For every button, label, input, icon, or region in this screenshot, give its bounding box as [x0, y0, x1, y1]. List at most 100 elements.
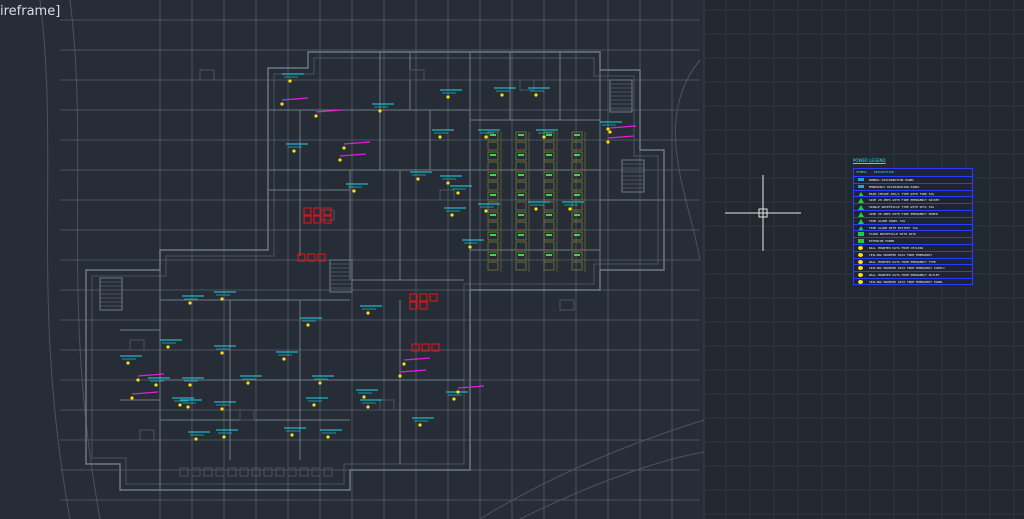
- device-marker: [338, 158, 342, 162]
- legend-title: POWER LEGEND: [853, 158, 886, 163]
- rack-power-tag: [574, 254, 580, 256]
- device-marker: [398, 374, 402, 378]
- rack-power-tag: [490, 174, 496, 176]
- device-marker: [280, 102, 284, 106]
- device-marker: [484, 135, 488, 139]
- legend-row: CEILING MOUNTED DATA FROM EMERGENCY PANE…: [854, 278, 972, 285]
- crosshair-cursor: [725, 175, 801, 251]
- device-marker: [402, 362, 406, 366]
- device-marker: [606, 127, 610, 131]
- device-marker: [186, 405, 190, 409]
- device-marker: [188, 301, 192, 305]
- rack-power-tag: [518, 214, 524, 216]
- circle-icon: [858, 266, 863, 271]
- legend-header-symbol: SYMBOL: [856, 170, 867, 174]
- rack-power-tag: [546, 214, 552, 216]
- device-marker: [534, 93, 538, 97]
- device-marker: [534, 207, 538, 211]
- device-marker: [282, 357, 286, 361]
- rack-power-tag: [546, 194, 552, 196]
- device-marker: [446, 95, 450, 99]
- legend-header-row: SYMBOL DESCRIPTION: [854, 169, 972, 176]
- device-marker: [130, 396, 134, 400]
- device-marker: [292, 149, 296, 153]
- circle-icon: [858, 280, 863, 284]
- rack-power-tag: [574, 174, 580, 176]
- rack-power-tag: [490, 154, 496, 156]
- device-marker: [446, 181, 450, 185]
- rack-power-tag: [574, 194, 580, 196]
- device-marker: [378, 109, 382, 113]
- device-marker: [318, 381, 322, 385]
- device-marker: [438, 135, 442, 139]
- device-marker: [246, 381, 250, 385]
- legend-header-description: DESCRIPTION: [874, 170, 894, 174]
- device-marker: [450, 213, 454, 217]
- device-marker: [288, 79, 292, 83]
- panel-icon: [858, 184, 864, 188]
- device-marker: [154, 383, 158, 387]
- rack-power-tag: [490, 234, 496, 236]
- device-marker: [136, 378, 140, 382]
- rack-power-tag: [546, 174, 552, 176]
- rack-power-tag: [518, 194, 524, 196]
- device-marker: [362, 395, 366, 399]
- device-marker: [166, 345, 170, 349]
- rack-power-tag: [518, 234, 524, 236]
- rack-power-tag: [574, 134, 580, 136]
- device-marker: [608, 130, 612, 134]
- legend-table: SYMBOL DESCRIPTION NORMAL DISTRIBUTION PAN…: [853, 168, 973, 285]
- device-marker: [312, 403, 316, 407]
- rack-power-tag: [518, 174, 524, 176]
- rack-power-tag: [574, 214, 580, 216]
- power-legend: POWER LEGEND SYMBOL DESCRIPTION NORMAL DIS…: [851, 158, 975, 286]
- rack-power-tag: [518, 134, 524, 136]
- device-marker: [352, 189, 356, 193]
- device-marker: [188, 383, 192, 387]
- device-marker: [568, 207, 572, 211]
- circle-icon: [858, 259, 863, 264]
- device-marker: [416, 177, 420, 181]
- rack-power-tag: [490, 194, 496, 196]
- rack-power-tag: [574, 154, 580, 156]
- device-marker: [484, 209, 488, 213]
- rect-icon: [858, 232, 864, 237]
- device-marker: [220, 351, 224, 355]
- device-marker: [342, 146, 346, 150]
- rack-power-tag: [574, 234, 580, 236]
- rack-power-tag: [518, 154, 524, 156]
- drawing-viewport[interactable]: ireframe] POWER LEGEND SYMBOL DESCRIPTION…: [0, 0, 1024, 519]
- device-marker: [366, 405, 370, 409]
- device-marker: [306, 323, 310, 327]
- device-marker: [194, 437, 198, 441]
- rect-icon: [858, 239, 864, 244]
- viewport-visual-style-label[interactable]: ireframe]: [0, 4, 60, 19]
- device-marker: [366, 311, 370, 315]
- rack-power-tag: [490, 214, 496, 216]
- circle-icon: [858, 252, 863, 257]
- device-marker: [452, 397, 456, 401]
- rack-power-tag: [546, 234, 552, 236]
- circle-icon: [858, 273, 863, 278]
- device-marker: [314, 114, 318, 118]
- rack-power-tag: [518, 254, 524, 256]
- rack-power-tag: [490, 134, 496, 136]
- device-marker: [542, 135, 546, 139]
- device-marker: [178, 403, 182, 407]
- rack-power-tag: [546, 254, 552, 256]
- device-marker: [126, 361, 130, 365]
- device-marker: [456, 390, 460, 394]
- device-marker: [468, 245, 472, 249]
- legend-row-text: CEILING MOUNTED DATA FROM EMERGENCY PANE…: [869, 280, 944, 284]
- rack-power-tag: [546, 154, 552, 156]
- device-marker: [456, 191, 460, 195]
- device-marker: [500, 93, 504, 97]
- device-marker: [220, 407, 224, 411]
- device-marker: [326, 435, 330, 439]
- panel-icon: [858, 178, 864, 181]
- device-marker: [220, 297, 224, 301]
- rack-power-tag: [490, 254, 496, 256]
- device-marker: [290, 433, 294, 437]
- circle-icon: [858, 246, 863, 250]
- device-marker: [606, 140, 610, 144]
